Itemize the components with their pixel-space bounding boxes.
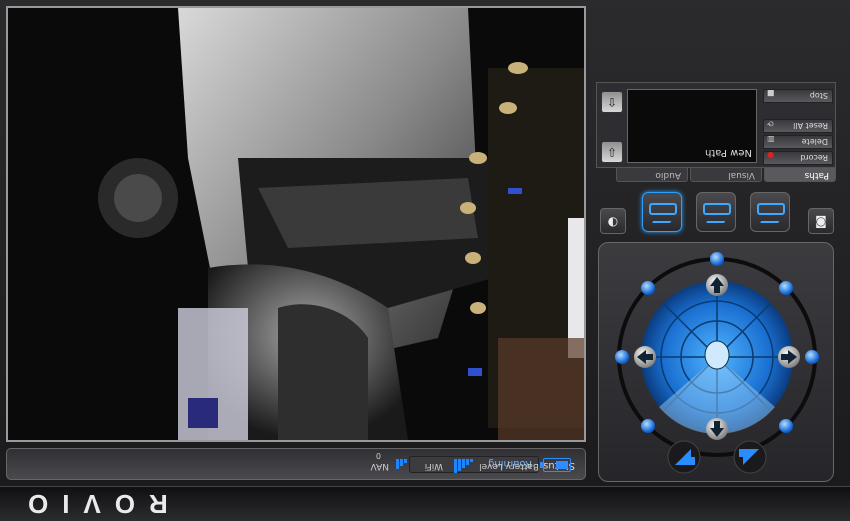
stop-label: Stop: [809, 91, 828, 100]
speed-dot[interactable]: [615, 350, 629, 364]
delete-label: Delete: [801, 137, 828, 146]
head-high-icon: [757, 203, 785, 215]
upload-icon: ⇧: [606, 95, 618, 109]
head-low-icon: [649, 203, 677, 215]
speed-dot[interactable]: [779, 419, 793, 433]
reset-all-button[interactable]: Reset All ⟳: [763, 119, 833, 133]
headlight-button[interactable]: ◐: [600, 208, 626, 234]
reset-all-label: Reset All: [793, 121, 828, 130]
tab-visual[interactable]: Visual: [690, 168, 762, 182]
headlight-icon: ◐: [607, 214, 619, 228]
snapshot-button[interactable]: ◙: [808, 208, 834, 234]
wifi-signal-icon: [451, 459, 473, 473]
camera-head-low-button[interactable]: [642, 192, 682, 232]
path-list[interactable]: New Path: [627, 89, 757, 163]
record-icon: ●: [767, 151, 774, 160]
battery-label: Battery Level: [479, 461, 539, 471]
speed-dot[interactable]: [641, 419, 655, 433]
paths-box: Record ● Delete ▥ Reset All ⟳ Stop ■ New…: [596, 82, 836, 168]
reset-icon: ⟳: [767, 119, 774, 128]
upload-path-button[interactable]: ⇧: [601, 91, 623, 113]
status-bar: Status: Roaming NAV 0 WiFi Battery Level: [6, 448, 586, 480]
camera-video-feed: [6, 6, 586, 442]
battery-icon: [543, 458, 571, 472]
tab-audio[interactable]: Audio: [616, 168, 688, 182]
speed-dot[interactable]: [805, 350, 819, 364]
speed-dot[interactable]: [641, 281, 655, 295]
stop-icon: ■: [767, 89, 775, 98]
record-label: Record: [800, 153, 828, 162]
path-list-item[interactable]: New Path: [705, 147, 752, 158]
stop-button[interactable]: Stop ■: [763, 89, 833, 103]
wifi-label: WiFi: [424, 461, 443, 471]
delete-button[interactable]: Delete ▥: [763, 135, 833, 149]
rovio-logo: ROVIO: [14, 489, 168, 519]
camera-icon: ◙: [815, 214, 827, 228]
movement-control-pad: [598, 242, 834, 482]
download-icon: ⇩: [606, 145, 618, 159]
robot-icon: [704, 340, 730, 370]
path-actions: Record ● Delete ▥ Reset All ⟳ Stop ■: [759, 89, 835, 167]
record-button[interactable]: Record ●: [763, 151, 833, 165]
trash-icon: ▥: [767, 135, 775, 144]
speed-dot[interactable]: [779, 281, 793, 295]
download-path-button[interactable]: ⇩: [601, 141, 623, 163]
rovio-app: Status: Roaming NAV 0 WiFi Battery Level…: [0, 0, 850, 521]
camera-head-high-button[interactable]: [750, 192, 790, 232]
tab-paths[interactable]: Paths: [764, 168, 836, 182]
camera-head-mid-button[interactable]: [696, 192, 736, 232]
nav-signal-icon: [393, 459, 407, 473]
nav-value: 0: [375, 451, 381, 460]
head-mid-icon: [703, 203, 731, 215]
speed-dot[interactable]: [710, 252, 724, 266]
paths-panel: Paths Visual Audio Record ● Delete ▥ Res…: [596, 82, 836, 182]
nav-label: NAV: [370, 461, 389, 471]
